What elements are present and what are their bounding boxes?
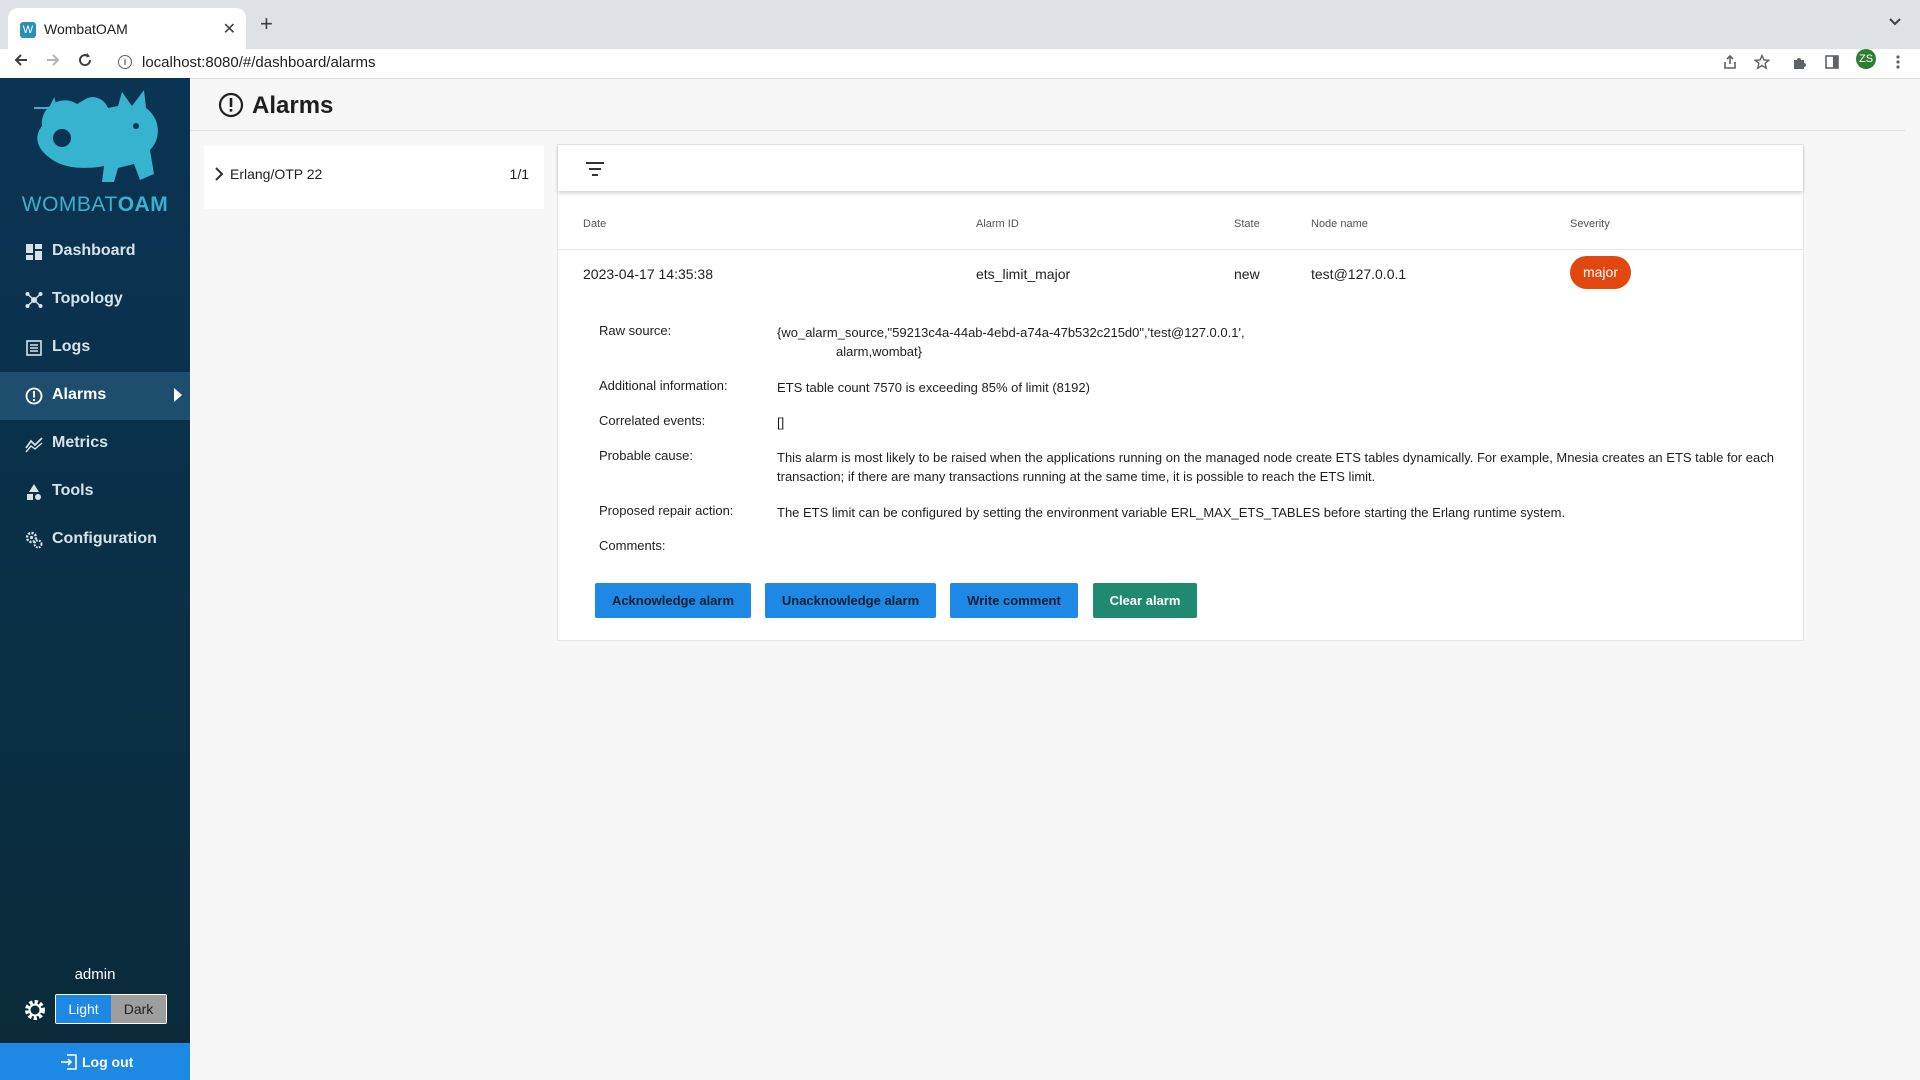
alarm-icon <box>218 92 244 118</box>
sidebar-item-label: Metrics <box>52 434 109 451</box>
sidebar-item-logs[interactable]: Logs <box>0 324 190 372</box>
sidebar-nav: Dashboard Topology Logs Alarms Metrics T… <box>0 228 190 564</box>
logo-wordmark: WOMBATOAM <box>0 193 190 217</box>
sidebar-item-label: Alarms <box>52 386 107 403</box>
sidebar-item-label: Configuration <box>52 530 157 547</box>
sidebar-item-configuration[interactable]: Configuration <box>0 516 190 564</box>
sidebar-item-label: Topology <box>52 290 123 307</box>
reload-icon[interactable] <box>76 51 94 74</box>
severity-badge: major <box>1570 256 1631 289</box>
column-header-date[interactable]: Date <box>583 218 606 230</box>
logo-text-bold: OAM <box>117 193 169 216</box>
sidebar-item-alarms[interactable]: Alarms <box>0 372 190 420</box>
theme-toggle: Light Dark <box>55 994 167 1024</box>
logout-label: Log out <box>82 1054 134 1070</box>
tools-icon <box>27 484 41 500</box>
logout-icon <box>61 1054 77 1070</box>
star-icon[interactable] <box>1753 53 1771 74</box>
alarm-node: test@127.0.0.1 <box>1311 266 1407 282</box>
info-icon[interactable]: i <box>118 55 132 69</box>
column-header-state[interactable]: State <box>1234 218 1260 230</box>
forward-arrow-icon[interactable] <box>44 51 62 74</box>
sidebar-item-tools[interactable]: Tools <box>0 468 190 516</box>
theme-light-button[interactable]: Light <box>56 995 111 1023</box>
tab-close-icon[interactable]: ✕ <box>223 19 236 39</box>
comments-label: Comments: <box>599 538 666 553</box>
correlated-events-value: [] <box>777 415 785 430</box>
page-header: Alarms <box>190 78 1905 131</box>
alarm-date: 2023-04-17 14:35:38 <box>583 266 713 282</box>
acknowledge-alarm-button[interactable]: Acknowledge alarm <box>595 583 751 618</box>
unacknowledge-alarm-button[interactable]: Unacknowledge alarm <box>765 583 936 618</box>
node-group-item[interactable]: Erlang/OTP 22 1/1 <box>204 146 544 209</box>
theme-dark-button[interactable]: Dark <box>111 995 166 1023</box>
browser-tab[interactable]: W WombatOAM ✕ <box>8 8 246 49</box>
node-group-list: Erlang/OTP 22 1/1 <box>204 146 544 209</box>
wombat-favicon-icon: W <box>20 22 36 38</box>
additional-info-value: ETS table count 7570 is exceeding 85% of… <box>777 380 1090 395</box>
column-header-node-name[interactable]: Node name <box>1311 218 1368 230</box>
filter-bar <box>558 145 1803 191</box>
topology-icon <box>25 292 43 308</box>
repair-action-value: The ETS limit can be configured by setti… <box>777 505 1566 520</box>
alarm-icon <box>25 387 43 405</box>
node-group-count: 1/1 <box>509 166 529 182</box>
probable-cause-value: This alarm is most likely to be raised w… <box>777 450 1774 484</box>
browser-toolbar: i localhost:8080/#/dashboard/alarms <box>0 49 1920 79</box>
side-panel-icon[interactable] <box>1824 54 1840 74</box>
chevron-right-icon[interactable] <box>214 167 224 184</box>
node-group-name: Erlang/OTP 22 <box>230 166 323 182</box>
sidebar-item-label: Tools <box>52 482 94 499</box>
additional-info-label: Additional information: <box>599 378 728 393</box>
filter-icon[interactable] <box>586 162 604 176</box>
header-divider <box>558 249 1803 250</box>
column-header-alarm-id[interactable]: Alarm ID <box>976 218 1019 230</box>
profile-avatar[interactable]: ZS <box>1856 49 1876 69</box>
sidebar-item-dashboard[interactable]: Dashboard <box>0 228 190 276</box>
page-title: Alarms <box>252 92 334 119</box>
sidebar-item-topology[interactable]: Topology <box>0 276 190 324</box>
url-text: localhost:8080/#/dashboard/alarms <box>142 54 376 71</box>
current-user: admin <box>74 966 116 983</box>
sidebar: WOMBATOAM Dashboard Topology Logs Alarms… <box>0 78 190 1080</box>
sidebar-item-metrics[interactable]: Metrics <box>0 420 190 468</box>
write-comment-button[interactable]: Write comment <box>950 583 1078 618</box>
raw-source-line-1: {wo_alarm_source,"59213c4a-44ab-4ebd-a74… <box>777 325 1245 340</box>
alarm-id: ets_limit_major <box>976 266 1071 282</box>
wombat-logo-icon[interactable] <box>22 86 168 208</box>
repair-action-label: Proposed repair action: <box>599 503 734 518</box>
column-header-severity[interactable]: Severity <box>1570 218 1610 230</box>
clear-alarm-button[interactable]: Clear alarm <box>1093 583 1197 618</box>
back-arrow-icon[interactable] <box>12 51 30 74</box>
browser-tab-bar: W WombatOAM ✕ + <box>0 0 1920 49</box>
address-bar[interactable]: i localhost:8080/#/dashboard/alarms <box>110 49 1730 77</box>
share-icon[interactable] <box>1722 54 1738 74</box>
logs-icon <box>26 340 42 356</box>
raw-source-line-2: alarm,wombat} <box>836 344 922 359</box>
tab-search-icon[interactable] <box>1888 14 1902 30</box>
kebab-menu-icon[interactable] <box>1895 54 1901 74</box>
probable-cause-label: Probable cause: <box>599 448 693 463</box>
logout-button[interactable]: Log out <box>0 1043 190 1080</box>
metrics-icon <box>25 437 43 453</box>
dashboard-icon <box>26 244 42 260</box>
logo-text-light: WOMBAT <box>21 193 118 216</box>
sidebar-item-label: Dashboard <box>52 242 136 259</box>
new-tab-icon[interactable]: + <box>260 13 273 35</box>
alarm-state: new <box>1234 266 1260 282</box>
tab-title: WombatOAM <box>44 21 128 37</box>
alarm-table-card: Date Alarm ID State Node name Severity 2… <box>557 144 1804 641</box>
sidebar-item-label: Logs <box>52 338 91 355</box>
active-caret-icon <box>174 388 182 402</box>
raw-source-value: {wo_alarm_source,"59213c4a-44ab-4ebd-a74… <box>777 323 1777 361</box>
configuration-icon <box>25 531 43 549</box>
correlated-events-label: Correlated events: <box>599 413 706 428</box>
gear-icon <box>25 1000 45 1020</box>
extensions-icon[interactable] <box>1792 54 1808 74</box>
raw-source-label: Raw source: <box>599 323 672 338</box>
